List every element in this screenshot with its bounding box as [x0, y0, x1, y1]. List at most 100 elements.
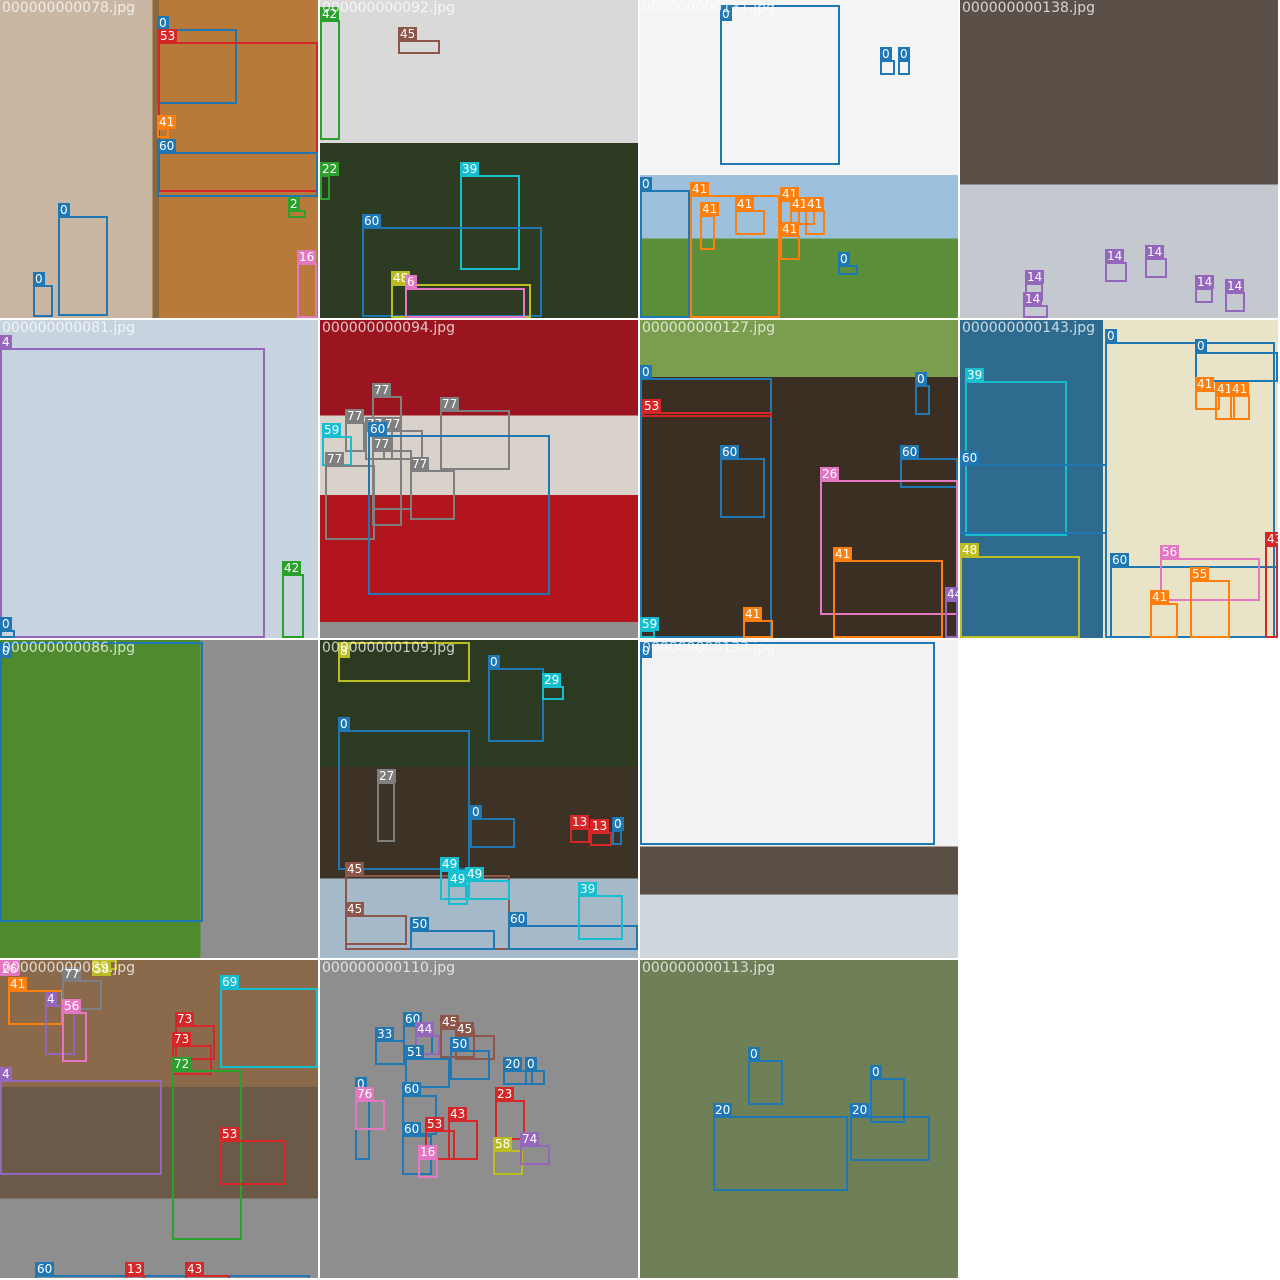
class-label: 60 — [508, 912, 528, 926]
bounding-box: 0 — [612, 817, 624, 845]
bounding-box: 2 — [288, 197, 306, 218]
tile-filename: 000000000110.jpg — [322, 960, 455, 976]
class-label: 0 — [640, 365, 652, 379]
bounding-box: 43 — [448, 1107, 478, 1160]
bounding-box: 0 — [748, 1047, 783, 1105]
tile-filename: 000000000138.jpg — [962, 0, 1095, 16]
class-label: 41 — [780, 222, 800, 236]
mosaic-tile: 0 000000000133.jpg — [640, 640, 958, 958]
tile-filename: 000000000078.jpg — [2, 0, 135, 16]
mosaic-tile: 0 0 20 20 000000000113.jpg — [640, 960, 958, 1278]
bounding-box: 4 — [0, 335, 265, 638]
class-label: 44 — [945, 587, 958, 601]
class-label: 53 — [425, 1117, 445, 1131]
bounding-box: 22 — [320, 162, 340, 200]
bounding-box: 60 — [368, 422, 550, 595]
mosaic-tile: 0 53 0 60 60 26 41 41 44 59 000000000127.jpg — [640, 320, 958, 638]
class-label: 41 — [1195, 377, 1215, 391]
mosaic-tile: 0 000000000086.jpg — [0, 640, 318, 958]
class-label: 77 — [345, 409, 365, 423]
class-label: 0 — [748, 1047, 760, 1061]
bounding-box: 42 — [320, 7, 340, 140]
bounding-box: 50 — [450, 1037, 490, 1080]
class-label: 0 — [898, 47, 910, 61]
empty-cell — [960, 640, 1280, 960]
class-label: 23 — [495, 1087, 515, 1101]
bounding-box: 60 — [960, 451, 1107, 534]
bounding-box: 20 — [850, 1103, 930, 1161]
mosaic-tile: 42 45 22 39 60 48 6 000000000092.jpg — [320, 0, 638, 318]
bounding-box: 0 — [488, 655, 544, 742]
class-label: 50 — [450, 1037, 470, 1051]
tile-filename: 000000000092.jpg — [322, 0, 455, 16]
class-label: 59 — [640, 617, 660, 631]
class-label: 60 — [1110, 553, 1130, 567]
tile-filename: 000000000131.jpg — [642, 0, 775, 16]
bounding-box: 43 — [1265, 532, 1278, 638]
bounding-box: 0 — [640, 642, 935, 845]
class-label: 69 — [220, 975, 240, 989]
class-label: 56 — [62, 999, 82, 1013]
mosaic-tile: 0 0 0 0 41 41 41 41 41 41 41 0 000000000131.jpg — [640, 0, 958, 318]
mosaic-tile: 77777777777777597760000000000094.jpg — [320, 320, 638, 638]
class-label: 39 — [460, 162, 480, 176]
tile-filename: 000000000127.jpg — [642, 320, 775, 336]
class-label: 41 — [743, 607, 763, 621]
class-label: 20 — [850, 1103, 870, 1117]
class-label: 45 — [455, 1022, 475, 1036]
bounding-box: 14 — [1195, 275, 1215, 303]
class-label: 60 — [362, 214, 382, 228]
bounding-box: 0 — [0, 642, 203, 922]
bounding-box: 14 — [1225, 279, 1245, 312]
class-label: 14 — [1145, 245, 1165, 259]
class-label: 60 — [900, 445, 920, 459]
mosaic-tile: 26 60 58 13 43 41 77 4 56 73 73 72 69 4 53 000000000089… — [0, 960, 318, 1278]
mosaic-tile: 8 0 29 0 27 0 13 13 0 45 49 49 49 45 50 60 39 00000000010… — [320, 640, 638, 958]
class-label: 14 — [1225, 279, 1245, 293]
bounding-box: 41 — [743, 607, 773, 638]
class-label: 20 — [503, 1057, 523, 1071]
class-label: 0 — [338, 717, 350, 731]
bounding-box: 41 — [735, 197, 765, 235]
class-label: 39 — [578, 882, 598, 896]
class-label: 14 — [1195, 275, 1215, 289]
class-label: 41 — [8, 977, 28, 991]
mosaic-tile: 60 44 45 33 45 50 51 0 60 76 60 53 43 16 20 0 23 58 74 0000… — [320, 960, 638, 1278]
class-label: 41 — [1230, 382, 1250, 396]
class-label: 4 — [45, 992, 57, 1006]
bounding-box: 43 — [185, 1262, 230, 1278]
bounding-box: 13 — [125, 1262, 145, 1278]
mosaic-tile: 14 14 14 14 14 14 000000000138.jpg — [960, 0, 1278, 318]
bounding-box: 27 — [377, 769, 397, 842]
bounding-box: 60 — [35, 1262, 310, 1278]
class-label: 41 — [1150, 590, 1170, 604]
class-label: 53 — [642, 399, 662, 413]
class-label: 6 — [405, 275, 417, 289]
bounding-box: 0 — [898, 47, 910, 75]
bounding-box: 4 — [0, 1067, 162, 1175]
class-label: 27 — [377, 769, 397, 783]
class-label: 0 — [870, 1065, 882, 1079]
bounding-box: 0 — [720, 5, 840, 165]
bounding-box: 69 — [220, 975, 318, 1068]
class-label: 48 — [960, 543, 980, 557]
bounding-box: 0 — [0, 617, 15, 638]
class-label: 60 — [402, 1082, 422, 1096]
class-label: 0 — [880, 47, 892, 61]
bounding-box: 41 — [805, 197, 825, 235]
class-label: 20 — [713, 1103, 733, 1117]
bounding-box: 6 — [405, 275, 525, 318]
class-label: 42 — [282, 561, 302, 575]
bounding-box: 0 — [880, 47, 895, 75]
class-label: 50 — [410, 917, 430, 931]
class-label: 59 — [322, 423, 342, 437]
bounding-box: 60 — [157, 139, 318, 197]
class-label: 16 — [297, 250, 317, 264]
class-label: 39 — [965, 368, 985, 382]
bounding-box: 33 — [375, 1027, 405, 1065]
bounding-box: 13 — [590, 819, 612, 846]
bounding-box: 41 — [157, 115, 177, 138]
bounding-box: 48 — [960, 543, 1080, 638]
class-label: 0 — [838, 252, 850, 266]
bounding-box: 55 — [1190, 567, 1230, 638]
